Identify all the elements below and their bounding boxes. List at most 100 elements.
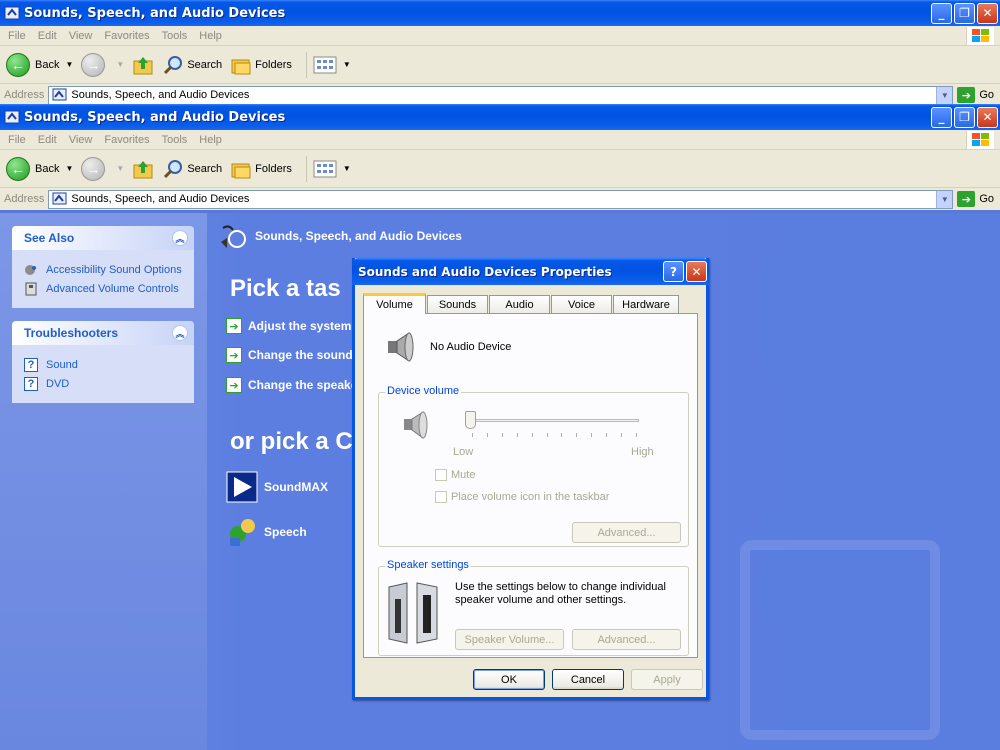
search-icon [164, 55, 183, 74]
address-value: Sounds, Speech, and Audio Devices [71, 89, 250, 101]
checklist-watermark [740, 540, 940, 740]
chevron-down-icon[interactable]: ▼ [65, 164, 73, 173]
menu-favorites[interactable]: Favorites [104, 134, 149, 146]
minimize-button[interactable]: _ [931, 2, 952, 24]
speaker-icon [404, 411, 428, 439]
forward-button[interactable]: → ▼ [81, 156, 124, 181]
soundmax-item[interactable]: SoundMAX [226, 471, 328, 503]
menu-view[interactable]: View [69, 30, 93, 42]
menu-edit[interactable]: Edit [38, 134, 57, 146]
search-label: Search [187, 58, 223, 71]
menu-file[interactable]: File [8, 134, 26, 146]
go-button[interactable]: ➔ Go [957, 87, 994, 103]
menu-tools[interactable]: Tools [162, 134, 188, 146]
control-panel-icon [4, 109, 20, 125]
tab-volume[interactable]: Volume [363, 293, 426, 314]
back-button[interactable]: ← Back ▼ [6, 156, 73, 181]
up-button[interactable] [132, 158, 154, 180]
up-button[interactable] [132, 54, 154, 76]
help-button[interactable]: ? [663, 261, 684, 282]
folder-up-icon [133, 56, 153, 74]
menu-help[interactable]: Help [199, 30, 222, 42]
device-volume-group: Device volume Low High Mute Place volume… [378, 385, 689, 547]
views-button[interactable]: ▼ [313, 55, 351, 75]
menu-edit[interactable]: Edit [38, 30, 57, 42]
back-button[interactable]: ← Back ▼ [6, 52, 73, 77]
speech-item[interactable]: Speech [226, 516, 307, 548]
menu-favorites[interactable]: Favorites [104, 30, 149, 42]
search-button[interactable]: Search [162, 54, 222, 76]
volume-control-icon [24, 282, 38, 296]
dvd-troubleshooter-link[interactable]: ? DVD [24, 374, 194, 393]
close-button[interactable]: ✕ [977, 106, 998, 128]
title-bar[interactable]: Sounds, Speech, and Audio Devices _ ❐ ✕ [0, 104, 1000, 130]
chevron-down-icon[interactable]: ▼ [116, 60, 124, 69]
chevron-down-icon[interactable]: ▼ [936, 86, 953, 104]
address-field[interactable]: Sounds, Speech, and Audio Devices ▼ [48, 189, 954, 209]
dialog-close-button[interactable]: ✕ [686, 261, 707, 282]
speaker-settings-group: Speaker settings Use the settings below … [378, 559, 689, 656]
menu-help[interactable]: Help [199, 134, 222, 146]
group-label: Device volume [385, 385, 462, 397]
ok-button[interactable]: OK [473, 669, 545, 690]
mute-checkbox[interactable]: Mute [435, 469, 475, 481]
troubleshooters-title: Troubleshooters [24, 326, 119, 340]
menu-tools[interactable]: Tools [162, 30, 188, 42]
title-bar[interactable]: Sounds, Speech, and Audio Devices _ ❐ ✕ [0, 0, 1000, 26]
back-label: Back [35, 162, 60, 175]
control-panel-icon [4, 5, 20, 21]
volume-slider-thumb[interactable] [465, 411, 476, 429]
go-label: Go [979, 193, 994, 205]
panel-header[interactable]: See Also ︽ [12, 226, 194, 250]
panel-header[interactable]: Troubleshooters ︽ [12, 321, 194, 345]
windows-logo-icon [966, 131, 994, 149]
item-label: SoundMAX [264, 480, 328, 494]
accessibility-sound-options-link[interactable]: Accessibility Sound Options [24, 260, 194, 279]
taskbar-icon-checkbox[interactable]: Place volume icon in the taskbar [435, 491, 609, 503]
chevron-down-icon[interactable]: ▼ [65, 60, 73, 69]
close-button[interactable]: ✕ [977, 2, 998, 24]
search-label: Search [187, 162, 223, 175]
cancel-button[interactable]: Cancel [552, 669, 624, 690]
collapse-icon[interactable]: ︽ [172, 325, 188, 341]
volume-tab-page: No Audio Device Device volume Low High M… [363, 313, 698, 658]
go-label: Go [979, 89, 994, 101]
task-link-adjust[interactable]: ➔ Adjust the system [226, 318, 351, 334]
checkbox-box [435, 469, 447, 481]
chevron-down-icon[interactable]: ▼ [343, 60, 351, 69]
folders-button[interactable]: Folders [230, 54, 292, 76]
views-button[interactable]: ▼ [313, 159, 351, 179]
folders-button[interactable]: Folders [230, 158, 292, 180]
tab-hardware[interactable]: Hardware [613, 295, 679, 313]
advanced-volume-button[interactable]: Advanced... [572, 522, 681, 543]
device-row: No Audio Device [384, 330, 511, 364]
task-pane: See Also ︽ Accessibility Sound Options A… [0, 213, 207, 750]
go-button[interactable]: ➔ Go [957, 191, 994, 207]
restore-button[interactable]: ❐ [954, 106, 975, 128]
minimize-button[interactable]: _ [931, 106, 952, 128]
restore-button[interactable]: ❐ [954, 2, 975, 24]
dialog-body: Volume Sounds Audio Voice Hardware No Au… [355, 285, 706, 697]
task-link-sound-scheme[interactable]: ➔ Change the sound s [226, 347, 363, 363]
search-button[interactable]: Search [162, 158, 222, 180]
menu-view[interactable]: View [69, 134, 93, 146]
speaker-advanced-button[interactable]: Advanced... [572, 629, 681, 650]
apply-button[interactable]: Apply [631, 669, 703, 690]
address-value: Sounds, Speech, and Audio Devices [71, 193, 250, 205]
chevron-down-icon[interactable]: ▼ [936, 190, 953, 208]
tab-audio[interactable]: Audio [489, 295, 550, 313]
forward-button[interactable]: → ▼ [81, 52, 124, 77]
sound-troubleshooter-link[interactable]: ? Sound [24, 355, 194, 374]
tab-sounds[interactable]: Sounds [427, 295, 488, 313]
address-field[interactable]: Sounds, Speech, and Audio Devices ▼ [48, 85, 954, 105]
collapse-icon[interactable]: ︽ [172, 230, 188, 246]
menu-file[interactable]: File [8, 30, 26, 42]
speaker-volume-button[interactable]: Speaker Volume... [455, 629, 564, 650]
tab-voice[interactable]: Voice [551, 295, 612, 313]
chevron-down-icon[interactable]: ▼ [116, 164, 124, 173]
dialog-title-bar[interactable]: Sounds and Audio Devices Properties ? ✕ [352, 258, 709, 285]
main-window: Sounds, Speech, and Audio Devices _ ❐ ✕ … [0, 104, 1000, 213]
advanced-volume-controls-link[interactable]: Advanced Volume Controls [24, 279, 194, 298]
task-link-speaker[interactable]: ➔ Change the speake [226, 377, 357, 393]
chevron-down-icon[interactable]: ▼ [343, 164, 351, 173]
